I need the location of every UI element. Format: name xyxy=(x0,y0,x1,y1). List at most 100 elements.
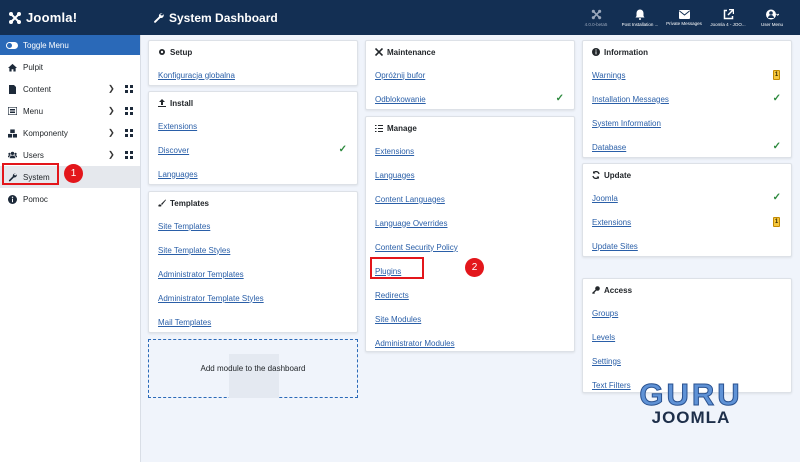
link-update-sites[interactable]: Update Sites xyxy=(592,242,638,251)
envelope-icon xyxy=(678,9,690,19)
link-system-information[interactable]: System Information xyxy=(592,119,661,128)
link-row: Extensions xyxy=(149,114,357,138)
link-mail-templates[interactable]: Mail Templates xyxy=(158,318,211,327)
toggle-menu-button[interactable]: Toggle Menu xyxy=(0,35,140,55)
link-installation-messages[interactable]: Installation Messages xyxy=(592,95,669,104)
link-extensions[interactable]: Extensions xyxy=(158,122,197,131)
tools-icon xyxy=(375,48,383,56)
link-language-overrides[interactable]: Language Overrides xyxy=(375,219,448,228)
link-joomla-update[interactable]: Joomla xyxy=(592,194,618,203)
user-circle-icon xyxy=(765,9,779,19)
card-header: Install xyxy=(149,92,357,114)
link-text-filters[interactable]: Text Filters xyxy=(592,381,631,390)
link-languages[interactable]: Languages xyxy=(158,170,198,179)
link-warnings[interactable]: Warnings xyxy=(592,71,626,80)
site-link-item[interactable]: Joomla 4 - JOO... xyxy=(706,0,750,35)
link-content-languages[interactable]: Content Languages xyxy=(375,195,445,204)
link-row: Joomla ✓ xyxy=(583,186,791,210)
maintenance-card: Maintenance Opróżnij bufor Odblokowanie ✓ xyxy=(365,40,575,110)
link-groups[interactable]: Groups xyxy=(592,309,618,318)
sidebar-item-content[interactable]: Content ❯ xyxy=(0,78,140,100)
card-header: Update xyxy=(583,164,791,186)
link-clear-cache[interactable]: Opróżnij bufor xyxy=(375,71,425,80)
link-row: Odblokowanie ✓ xyxy=(366,87,574,111)
link-redirects[interactable]: Redirects xyxy=(375,291,409,300)
dashboard-grid-icon[interactable] xyxy=(125,107,133,115)
chevron-right-icon[interactable]: ❯ xyxy=(108,128,115,137)
manage-card: Manage Extensions Languages Content Lang… xyxy=(365,116,575,352)
link-discover[interactable]: Discover xyxy=(158,146,189,155)
sidebar: Toggle Menu Pulpit Content ❯ Menu ❯ Komp… xyxy=(0,35,141,462)
link-row: Languages xyxy=(366,163,574,187)
joomla-logo[interactable]: Joomla! xyxy=(0,0,141,35)
private-messages-item[interactable]: Private Messages xyxy=(662,0,706,35)
step-1-callout: 1 xyxy=(64,164,83,183)
link-site-modules[interactable]: Site Modules xyxy=(375,315,421,324)
link-row: Content Languages xyxy=(366,187,574,211)
paint-brush-icon xyxy=(158,199,166,207)
link-global-checkin[interactable]: Odblokowanie xyxy=(375,95,426,104)
card-title: Access xyxy=(604,285,633,295)
link-row: Extensions 1 xyxy=(583,210,791,234)
dashboard-grid-icon[interactable] xyxy=(125,151,133,159)
link-site-template-styles[interactable]: Site Template Styles xyxy=(158,246,230,255)
joomla-logo-icon xyxy=(591,9,601,19)
card-title: Templates xyxy=(170,198,209,208)
link-administrator-template-styles[interactable]: Administrator Template Styles xyxy=(158,294,264,303)
upload-icon xyxy=(158,99,166,107)
bell-icon xyxy=(635,9,645,20)
link-row: Administrator Templates xyxy=(149,262,357,286)
guru-joomla-watermark: GURU JOOMLA xyxy=(636,379,746,427)
card-header: Templates xyxy=(149,192,357,214)
chevron-right-icon[interactable]: ❯ xyxy=(108,150,115,159)
card-header: Setup xyxy=(149,41,357,63)
link-languages[interactable]: Languages xyxy=(375,171,415,180)
add-module-label: Add module to the dashboard xyxy=(200,364,306,373)
check-icon: ✓ xyxy=(555,93,564,104)
card-title: Setup xyxy=(170,47,193,57)
sidebar-item-label: Content xyxy=(23,84,52,94)
card-header: Access xyxy=(583,279,791,301)
link-row: Update Sites xyxy=(583,234,791,258)
link-settings[interactable]: Settings xyxy=(592,357,621,366)
link-extensions[interactable]: Extensions xyxy=(375,147,414,156)
card-header: Manage xyxy=(366,117,574,139)
version-item[interactable]: 4.0.0-beta5 xyxy=(574,0,618,35)
sidebar-item-komponenty[interactable]: Komponenty ❯ xyxy=(0,122,140,144)
dashboard-grid-icon[interactable] xyxy=(125,129,133,137)
chevron-right-icon[interactable]: ❯ xyxy=(108,106,115,115)
link-administrator-templates[interactable]: Administrator Templates xyxy=(158,270,244,279)
link-row: Installation Messages ✓ xyxy=(583,87,791,111)
link-extensions-update[interactable]: Extensions xyxy=(592,218,631,227)
card-header: Maintenance xyxy=(366,41,574,63)
link-administrator-modules[interactable]: Administrator Modules xyxy=(375,339,455,348)
post-installation-item[interactable]: Post Installation ... xyxy=(618,0,662,35)
page-title: System Dashboard xyxy=(141,11,278,25)
link-row: Site Templates xyxy=(149,214,357,238)
link-row: Mail Templates xyxy=(149,310,357,334)
check-icon: ✓ xyxy=(772,141,781,152)
link-row: Discover ✓ xyxy=(149,138,357,162)
chevron-right-icon[interactable]: ❯ xyxy=(108,84,115,93)
dashboard-grid-icon[interactable] xyxy=(125,85,133,93)
link-site-templates[interactable]: Site Templates xyxy=(158,222,210,231)
private-messages-label: Private Messages xyxy=(666,20,702,26)
link-row: Warnings 1 xyxy=(583,63,791,87)
card-title: Information xyxy=(604,47,648,57)
link-row: Languages xyxy=(149,162,357,186)
info-circle-icon xyxy=(8,194,17,204)
add-module-button[interactable]: Add module to the dashboard xyxy=(148,339,358,398)
extensions-update-badge: 1 xyxy=(773,217,780,227)
link-levels[interactable]: Levels xyxy=(592,333,615,342)
info-circle-icon xyxy=(592,48,600,56)
sidebar-item-pulpit[interactable]: Pulpit xyxy=(0,56,140,78)
link-database[interactable]: Database xyxy=(592,143,626,152)
link-global-configuration[interactable]: Konfiguracja globalna xyxy=(158,71,235,80)
sidebar-item-menu[interactable]: Menu ❯ xyxy=(0,100,140,122)
setup-card: Setup Konfiguracja globalna xyxy=(148,40,358,86)
user-menu-item[interactable]: User Menu xyxy=(750,0,794,35)
link-content-security-policy[interactable]: Content Security Policy xyxy=(375,243,458,252)
sidebar-item-pomoc[interactable]: Pomoc xyxy=(0,188,140,210)
link-row: Settings xyxy=(583,349,791,373)
update-card: Update Joomla ✓ Extensions 1 Update Sites xyxy=(582,163,792,257)
